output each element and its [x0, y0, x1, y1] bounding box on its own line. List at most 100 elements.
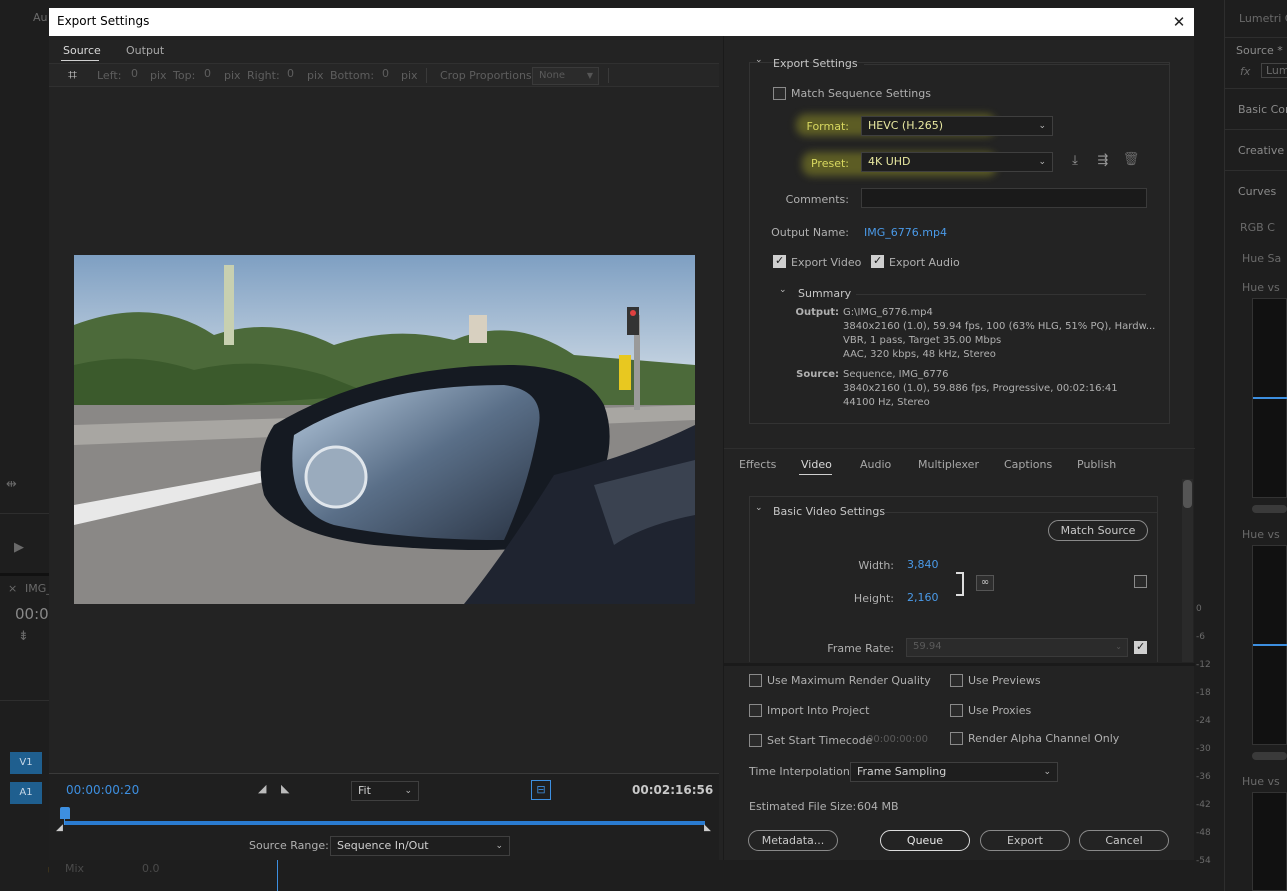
frame-rate-override-checkbox[interactable]: [1134, 640, 1147, 654]
tab-effects[interactable]: Effects: [739, 458, 776, 471]
tab-output[interactable]: Output: [126, 44, 164, 57]
use-proxies-checkbox[interactable]: [950, 704, 963, 717]
max-render-quality-checkbox[interactable]: [749, 674, 762, 687]
set-out-point-icon[interactable]: ◣: [281, 782, 289, 795]
chevron-down-icon[interactable]: ⌄: [755, 55, 763, 65]
meter-scale-label: -36: [1196, 772, 1211, 782]
metadata-button[interactable]: Metadata...: [748, 830, 838, 851]
crop-top-value[interactable]: 0: [204, 67, 211, 80]
set-start-timecode-label: Set Start Timecode: [767, 734, 873, 747]
background-left-panel: Au ⇹ ▶ × IMG_ 00:0 ⇟ V1 A1 🔒: [0, 0, 60, 891]
in-point-marker[interactable]: ◢: [56, 823, 63, 833]
link-icon[interactable]: ∞: [976, 575, 994, 591]
zoom-value: Fit: [358, 784, 371, 797]
start-timecode-value[interactable]: 00:00:00:00: [867, 734, 928, 745]
bg-playhead: [277, 860, 278, 891]
summary-source-line: 3840x2160 (1.0), 59.886 fps, Progressive…: [843, 383, 1118, 394]
format-select[interactable]: HEVC (H.265) ⌄: [861, 116, 1053, 136]
bg-divider: [1225, 88, 1287, 89]
match-source-button[interactable]: Match Source: [1048, 520, 1148, 541]
import-into-project-checkbox[interactable]: [749, 704, 762, 717]
use-previews-checkbox[interactable]: [950, 674, 963, 687]
render-alpha-checkbox[interactable]: [950, 732, 963, 745]
meter-scale-label: -30: [1196, 744, 1211, 754]
meter-scale-label: -24: [1196, 716, 1211, 726]
bg-text: Hue vs: [1242, 775, 1280, 788]
crop-right-value[interactable]: 0: [287, 67, 294, 80]
import-into-project-label: Import Into Project: [767, 704, 870, 717]
chevron-down-icon: ⌄: [495, 841, 503, 851]
preset-select[interactable]: 4K UHD ⌄: [861, 152, 1053, 172]
scrollbar-track[interactable]: [1182, 479, 1193, 662]
lumetri-panel-bg: Lumetri C Source * IN fx Lum Basic Corr …: [1194, 0, 1287, 891]
height-label: Height:: [853, 592, 894, 605]
scrollbar-thumb[interactable]: [1183, 480, 1192, 508]
set-start-timecode-checkbox[interactable]: [749, 734, 762, 747]
bg-track-v1: V1: [10, 752, 42, 774]
bg-audio-meter-scale: 0 -6 -12 -18 -24 -30 -36 -42 -48 -54: [1194, 600, 1224, 880]
summary-output-label: Output:: [795, 307, 839, 318]
import-preset-icon[interactable]: ⇶: [1093, 153, 1113, 168]
tab-multiplexer[interactable]: Multiplexer: [918, 458, 979, 471]
aspect-correction-icon[interactable]: ⊟: [531, 780, 551, 800]
time-interpolation-select[interactable]: Frame Sampling ⌄: [850, 762, 1058, 782]
playhead-line: [64, 817, 65, 825]
tab-publish[interactable]: Publish: [1077, 458, 1116, 471]
crop-icon[interactable]: ⌗: [68, 65, 77, 85]
video-preview[interactable]: [74, 255, 695, 604]
source-output-pane: Source Output ⌗ Left: 0 pix Top: 0 pix R…: [49, 36, 719, 860]
meter-scale-label: -18: [1196, 688, 1211, 698]
chevron-down-icon: ▼: [586, 71, 593, 80]
comments-input[interactable]: [861, 188, 1147, 208]
zoom-select[interactable]: Fit ⌄: [351, 781, 419, 801]
out-point-marker[interactable]: ◣: [704, 823, 711, 833]
frame-rate-select[interactable]: 59.94 ⌄: [906, 638, 1128, 657]
bg-curve-graph: [1252, 792, 1287, 891]
bg-divider: [1225, 37, 1287, 38]
meter-scale-label: -54: [1196, 856, 1211, 866]
dialog-title: Export Settings: [57, 14, 150, 28]
meter-scale-label: -12: [1196, 660, 1211, 670]
export-audio-checkbox[interactable]: [871, 254, 884, 268]
source-range-select[interactable]: Sequence In/Out ⌄: [330, 836, 510, 856]
chevron-down-icon[interactable]: ⌄: [755, 503, 763, 513]
crop-left-value[interactable]: 0: [131, 67, 138, 80]
chevron-down-icon[interactable]: ⌄: [779, 285, 787, 295]
crop-proportions-select[interactable]: None ▼: [532, 67, 599, 85]
meter-scale-label: 0: [1196, 604, 1202, 614]
tab-captions[interactable]: Captions: [1004, 458, 1052, 471]
crop-unit: pix: [150, 69, 167, 82]
bg-text: Lumetri C: [1239, 12, 1287, 25]
export-button[interactable]: Export: [980, 830, 1070, 851]
playhead-handle[interactable]: [60, 807, 70, 819]
set-in-point-icon[interactable]: ◢: [258, 782, 266, 795]
bg-curve-line: [1253, 397, 1287, 399]
queue-button[interactable]: Queue: [880, 830, 970, 851]
tab-audio[interactable]: Audio: [860, 458, 891, 471]
summary-header[interactable]: Summary: [798, 287, 851, 300]
match-sequence-checkbox[interactable]: [773, 87, 786, 100]
export-settings-dialog: Export Settings ✕ Source Output ⌗ Left: …: [49, 8, 1195, 860]
export-video-checkbox[interactable]: [773, 254, 786, 268]
current-timecode[interactable]: 00:00:00:20: [66, 783, 139, 797]
bg-fx-icon: fx: [1240, 65, 1251, 78]
dimensions-override-checkbox[interactable]: [1134, 575, 1147, 588]
delete-preset-icon[interactable]: 🗑: [1122, 152, 1140, 167]
save-preset-icon[interactable]: ⤓: [1066, 153, 1084, 168]
height-value[interactable]: 2,160: [907, 591, 939, 604]
cancel-button[interactable]: Cancel: [1079, 830, 1169, 851]
bg-curve-line: [1253, 644, 1287, 646]
tabs-top-divider: [724, 448, 1195, 449]
scrubber-track[interactable]: [64, 821, 705, 825]
tab-source[interactable]: Source: [63, 44, 101, 57]
preview-frame-image: [74, 255, 695, 604]
crop-bottom-value[interactable]: 0: [382, 67, 389, 80]
close-button[interactable]: ✕: [1167, 10, 1191, 34]
width-value[interactable]: 3,840: [907, 558, 939, 571]
output-name-link[interactable]: IMG_6776.mp4: [864, 226, 947, 239]
bg-text: Basic Corr: [1238, 103, 1287, 116]
basic-video-header[interactable]: Basic Video Settings: [773, 505, 885, 518]
export-settings-header[interactable]: Export Settings: [773, 57, 858, 70]
tab-video[interactable]: Video: [801, 458, 832, 471]
frame-rate-value: 59.94: [913, 641, 942, 652]
